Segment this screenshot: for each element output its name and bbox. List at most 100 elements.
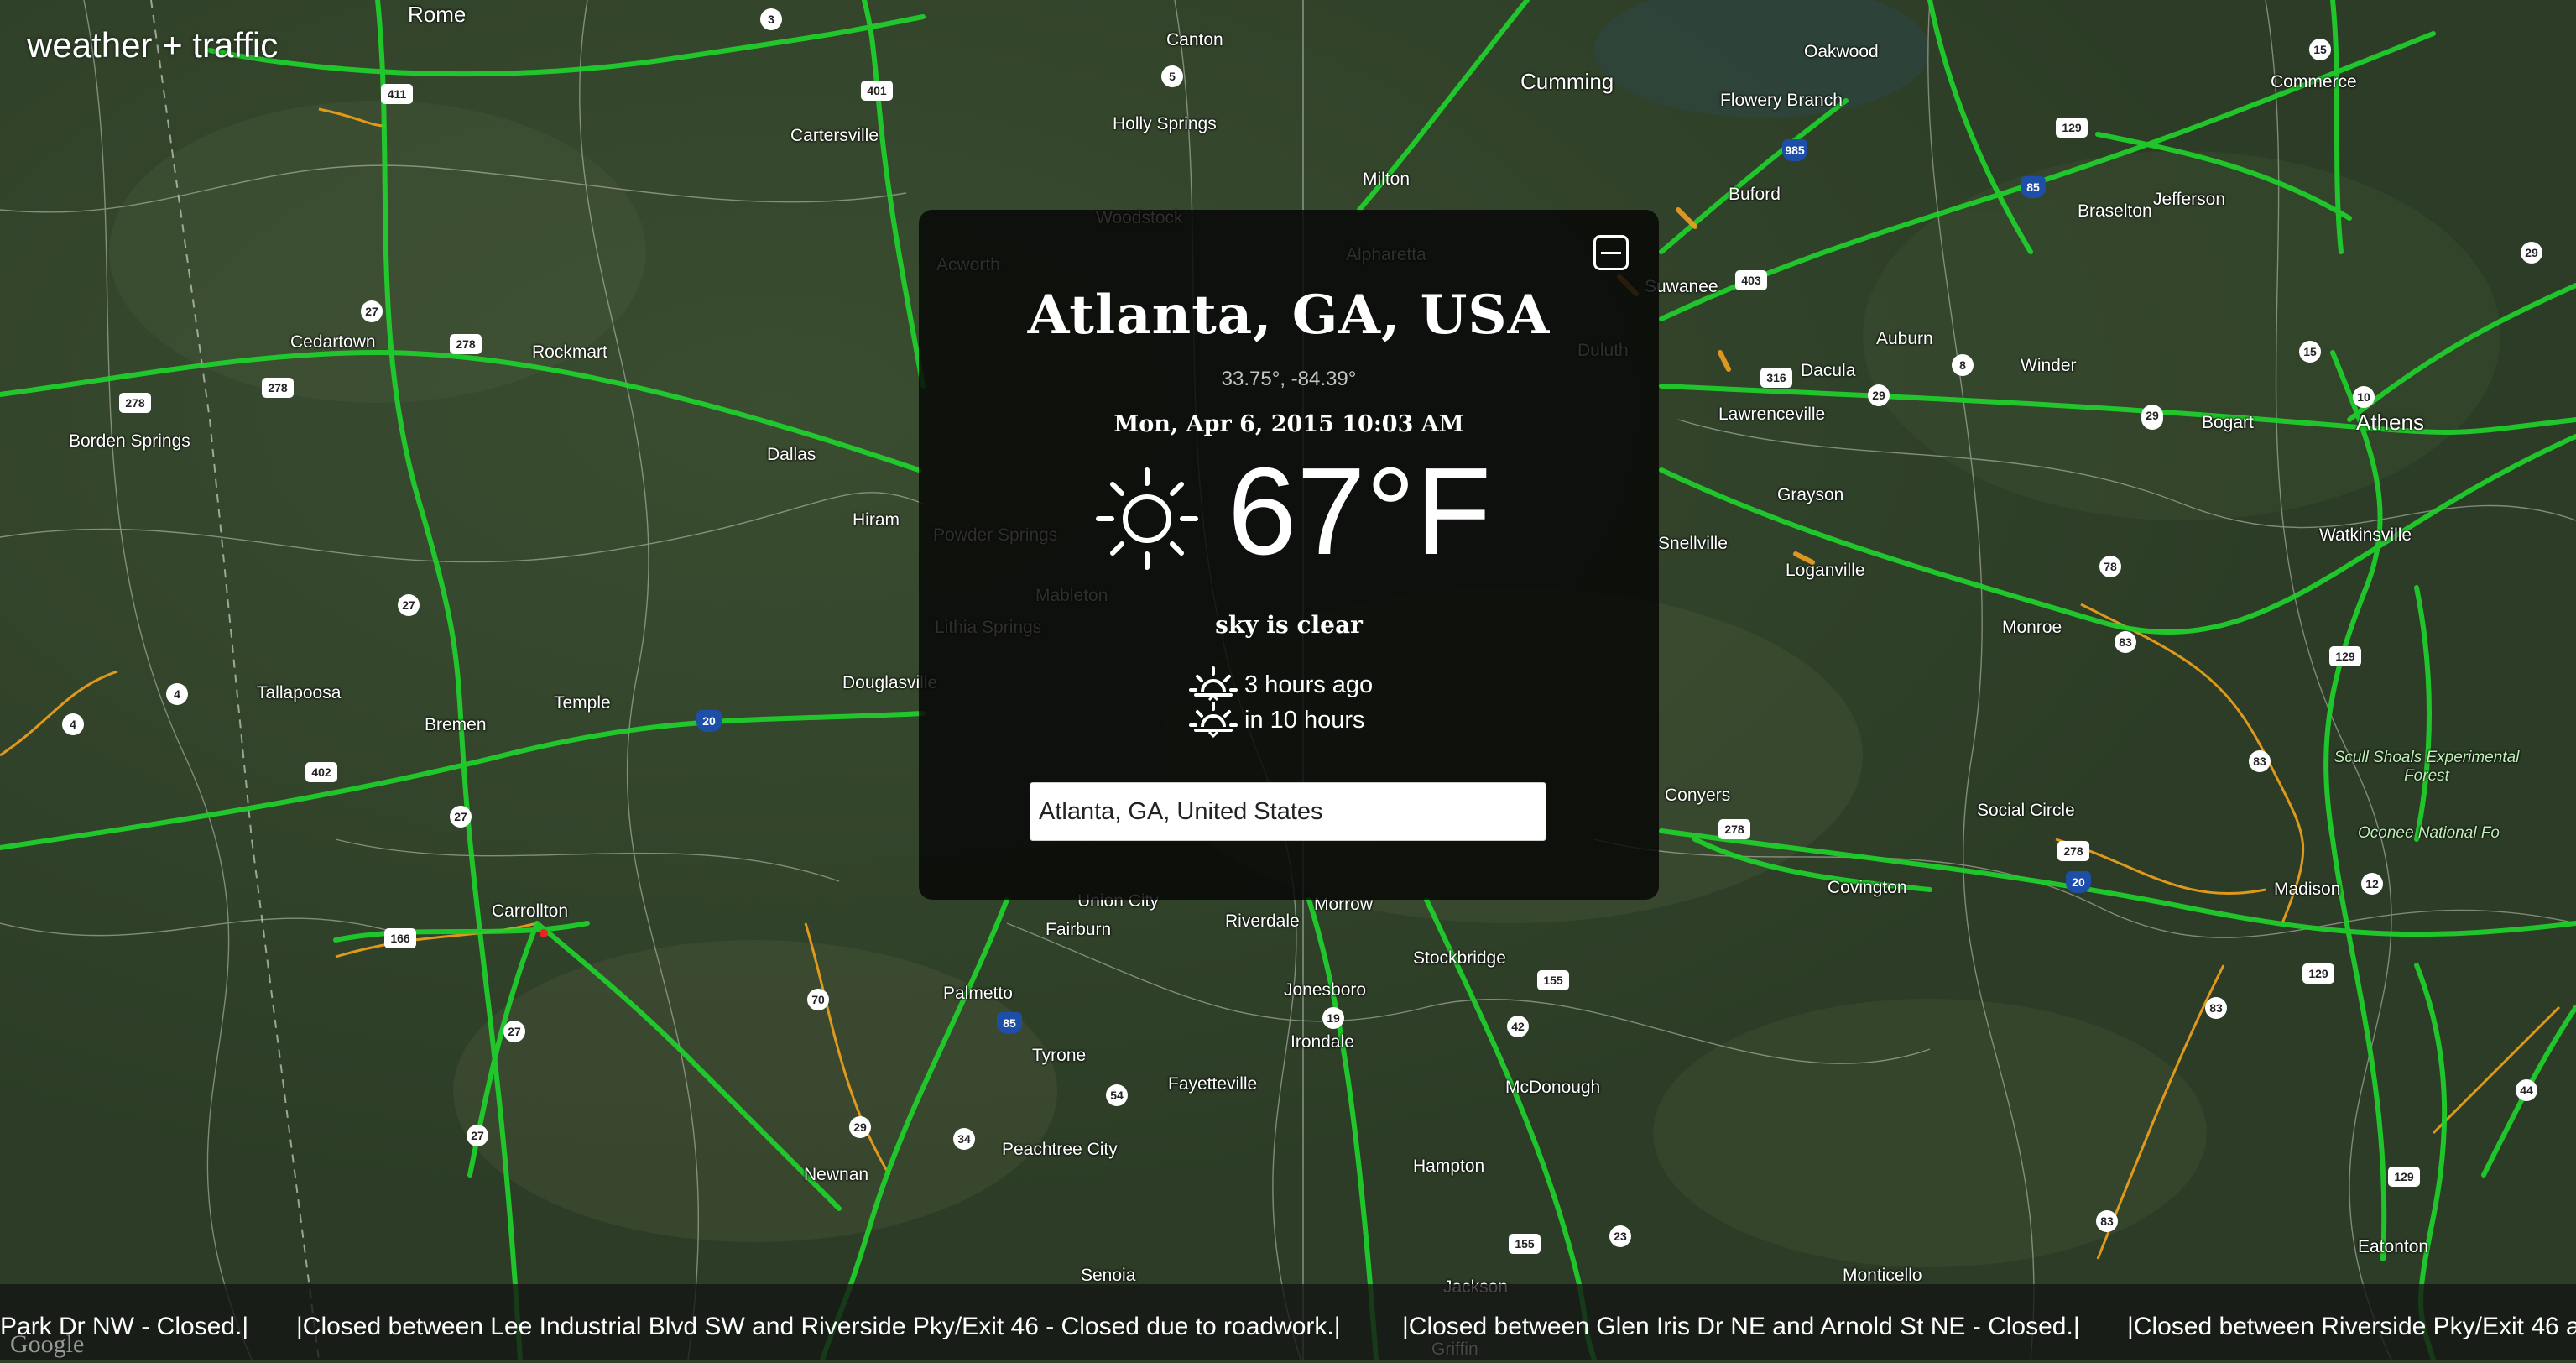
route-shield: 83 xyxy=(2115,631,2136,653)
map-place-label: Rome xyxy=(408,2,467,27)
map-place-label: Scull Shoals Experimental Forest xyxy=(2334,749,2520,785)
weather-panel: Atlanta, GA, USA 33.75°, -84.39° Mon, Ap… xyxy=(919,210,1659,900)
coordinates: 33.75°, -84.39° xyxy=(1221,368,1357,390)
sunrise-text: 3 hours ago xyxy=(1244,671,1374,698)
route-shield: 34 xyxy=(953,1128,975,1150)
route-shield: 29 xyxy=(2141,405,2163,426)
map-place-label: Palmetto xyxy=(943,984,1013,1003)
ticker-item: |Closed between Lee Industrial Blvd SW a… xyxy=(296,1313,1341,1340)
map-place-label: Watkinsville xyxy=(2319,525,2412,545)
route-shield: 29 xyxy=(1868,384,1890,406)
route-shield: 278 xyxy=(450,334,482,354)
map-place-label: Senoia xyxy=(1081,1266,1136,1285)
map-place-label: Carrollton xyxy=(492,901,569,921)
map-place-label: Conyers xyxy=(1665,786,1731,805)
map-place-label: Temple xyxy=(554,693,611,713)
route-shield: 85 xyxy=(2021,176,2046,198)
app-logo[interactable]: weather + traffic xyxy=(27,25,278,65)
map-place-label: Borden Springs xyxy=(69,431,190,451)
map-place-label: Hiram xyxy=(853,510,900,530)
map-place-label: Jefferson xyxy=(2153,190,2225,209)
map-place-label: Tallapoosa xyxy=(257,683,342,702)
map-place-label: Fayetteville xyxy=(1168,1074,1258,1094)
map-place-label: Madison xyxy=(2274,880,2341,899)
route-shield: 83 xyxy=(2249,750,2271,772)
map-place-label: Commerce xyxy=(2271,72,2357,91)
route-shield: 54 xyxy=(1106,1084,1128,1106)
map-place-label: Canton xyxy=(1166,30,1223,50)
route-shield: 20 xyxy=(696,710,722,732)
route-shield: 29 xyxy=(2521,242,2542,264)
route-shield: 23 xyxy=(1609,1225,1631,1247)
map-place-label: Flowery Branch xyxy=(1720,91,1843,110)
route-shield: 3 xyxy=(760,8,782,30)
map-place-label: Covington xyxy=(1828,878,1907,897)
route-shield: 166 xyxy=(384,928,416,948)
route-shield: 27 xyxy=(361,300,383,322)
map-place-label: Peachtree City xyxy=(1002,1140,1118,1159)
route-shield: 129 xyxy=(2302,964,2334,984)
route-shield: 402 xyxy=(305,762,337,782)
map-place-label: Eatonton xyxy=(2358,1237,2429,1256)
map-place-label: Monticello xyxy=(1843,1266,1922,1285)
sunset-text: in 10 hours xyxy=(1244,707,1365,734)
map-place-label: Snellville xyxy=(1658,534,1728,553)
current-datetime: Mon, Apr 6, 2015 10:03 AM xyxy=(1113,411,1464,437)
temperature: 67°F xyxy=(1228,442,1492,581)
route-shield: 129 xyxy=(2388,1167,2420,1187)
sunset-icon xyxy=(1189,702,1238,739)
route-shield: 19 xyxy=(1322,1007,1344,1029)
route-shield: 15 xyxy=(2309,39,2331,60)
ticker-item: |Closed between Riverside Pky/Exit 46 a xyxy=(2127,1313,2576,1340)
route-shield: 27 xyxy=(450,806,472,828)
route-shield: 316 xyxy=(1760,368,1792,388)
temperature-row: 67°F xyxy=(919,445,1659,579)
map-place-label: Grayson xyxy=(1777,485,1844,504)
map-place-label: Oconee National Fo xyxy=(2358,824,2500,842)
route-shield: 85 xyxy=(997,1012,1022,1034)
route-shield: 278 xyxy=(1718,819,1750,839)
map-place-label: Braselton xyxy=(2078,201,2152,221)
route-shield: 401 xyxy=(861,81,893,101)
location-title: Atlanta, GA, USA xyxy=(1027,284,1551,347)
map-place-label: Rockmart xyxy=(532,342,607,362)
map-place-label: Fairburn xyxy=(1046,920,1112,939)
route-shield: 15 xyxy=(2299,341,2321,363)
minus-square-icon[interactable] xyxy=(1593,235,1629,270)
google-attribution-logo[interactable]: Google xyxy=(10,1330,84,1359)
map-place-label: Oakwood xyxy=(1804,42,1879,61)
map-place-label: Dacula xyxy=(1801,361,1856,380)
route-shield: 4 xyxy=(62,713,84,735)
map-place-label: Tyrone xyxy=(1032,1046,1087,1065)
route-shield: 129 xyxy=(2056,118,2088,138)
route-shield: 8 xyxy=(1952,354,1974,376)
route-shield: 42 xyxy=(1507,1016,1529,1037)
route-shield: 70 xyxy=(807,989,829,1010)
route-shield: 155 xyxy=(1537,970,1569,990)
route-shield: 403 xyxy=(1735,270,1767,290)
sunrise-icon xyxy=(1189,666,1238,702)
route-shield: 10 xyxy=(2353,386,2375,408)
route-shield: 29 xyxy=(849,1116,871,1138)
route-shield: 12 xyxy=(2361,873,2383,895)
location-search-input[interactable] xyxy=(1030,782,1546,841)
traffic-ticker: Park Dr NW - Closed.| |Closed between Le… xyxy=(0,1284,2576,1360)
map-place-label: Irondale xyxy=(1291,1032,1354,1052)
map-place-label: Monroe xyxy=(2002,618,2062,637)
ticker-item: |Closed between Glen Iris Dr NE and Arno… xyxy=(1402,1313,2080,1340)
map-place-label: Auburn xyxy=(1876,329,1933,348)
sun-icon xyxy=(1096,467,1198,570)
route-shield: 411 xyxy=(381,84,413,104)
route-shield: 78 xyxy=(2099,556,2121,577)
map-place-label: Milton xyxy=(1363,170,1411,189)
map-place-label: Bogart xyxy=(2202,413,2254,432)
map-place-label: Stockbridge xyxy=(1413,948,1506,968)
map-place-label: Cumming xyxy=(1520,69,1614,94)
route-shield: 4 xyxy=(166,683,188,705)
route-shield: 278 xyxy=(2057,841,2089,861)
map-place-label: Athens xyxy=(2356,410,2424,435)
map-place-label: Cartersville xyxy=(790,126,879,145)
map-place-label: Loganville xyxy=(1786,561,1865,580)
map-place-label: Newnan xyxy=(804,1165,869,1184)
route-shield: 83 xyxy=(2205,997,2227,1019)
